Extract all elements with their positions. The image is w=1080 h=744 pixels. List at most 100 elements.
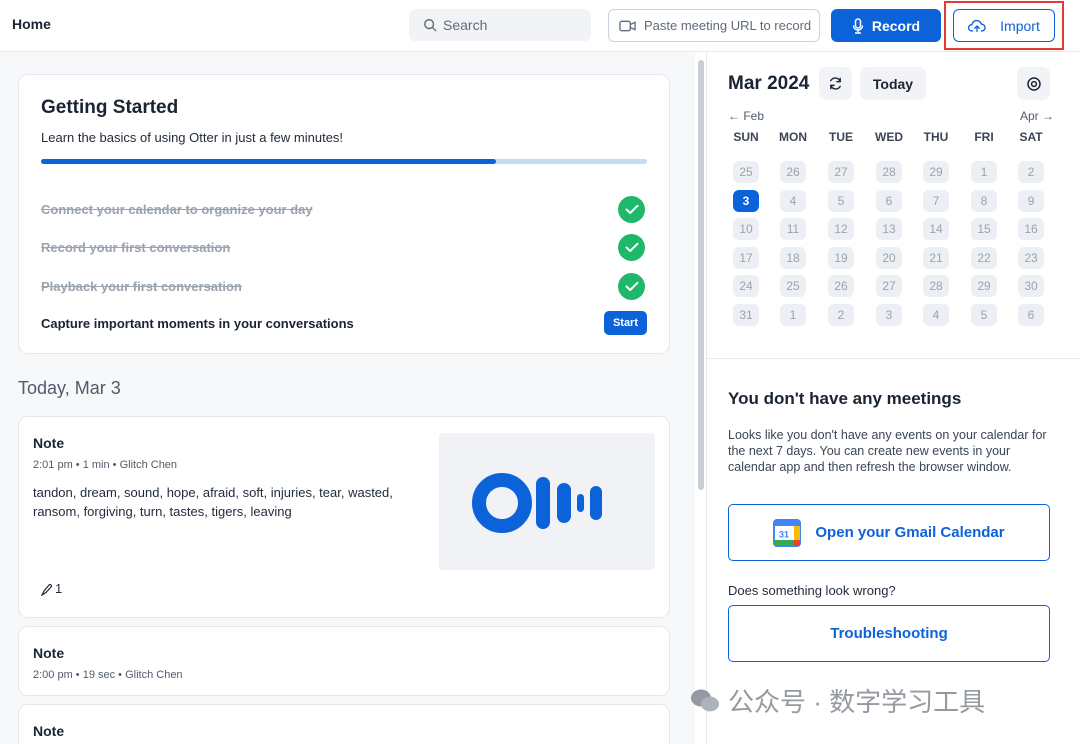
calendar-day[interactable]: 17 <box>733 246 759 269</box>
prev-month-link[interactable]: ← Feb <box>728 109 764 123</box>
calendar-day[interactable]: 19 <box>828 246 854 269</box>
feed-scrollbar[interactable] <box>698 60 704 490</box>
no-meetings-description: Looks like you don't have any events on … <box>728 428 1047 474</box>
open-gmail-calendar-button[interactable]: 31 Open your Gmail Calendar <box>728 504 1050 561</box>
import-highlight-box <box>944 1 1064 50</box>
getting-started-card: Getting Started Learn the basics of usin… <box>18 74 670 354</box>
something-wrong-label: Does something look wrong? <box>728 583 896 598</box>
note-title: Note <box>33 435 65 451</box>
note-comment-count: 1 <box>39 581 62 596</box>
task-item[interactable]: Connect your calendar to organize your d… <box>41 195 647 223</box>
calendar-day[interactable]: 2 <box>1018 161 1044 183</box>
calendar-day[interactable]: 30 <box>1018 275 1044 297</box>
calendar-day[interactable]: 29 <box>923 161 949 183</box>
troubleshooting-button[interactable]: Troubleshooting <box>728 605 1050 662</box>
google-calendar-icon: 31 <box>773 518 802 547</box>
progress-fill <box>41 159 496 164</box>
calendar-day[interactable]: 7 <box>923 189 949 212</box>
calendar-day[interactable]: 1 <box>971 161 997 183</box>
task-item[interactable]: Record your first conversation <box>41 233 647 261</box>
calendar-day[interactable]: 26 <box>780 161 806 183</box>
record-button[interactable]: Record <box>831 9 941 42</box>
divider <box>707 358 1080 359</box>
main-feed: Getting Started Learn the basics of usin… <box>0 52 695 744</box>
task-label: Playback your first conversation <box>41 278 242 294</box>
search-placeholder: Search <box>443 17 488 33</box>
refresh-button[interactable] <box>819 67 852 100</box>
search-input[interactable]: Search <box>409 9 591 41</box>
calendar-day[interactable]: 28 <box>876 161 902 183</box>
search-icon <box>424 19 437 32</box>
record-label: Record <box>871 17 921 34</box>
note-thumbnail <box>439 433 655 570</box>
calendar-day[interactable]: 18 <box>780 246 806 269</box>
calendar-day[interactable]: 25 <box>733 161 759 183</box>
note-title: Note <box>33 723 65 739</box>
calendar-day[interactable]: 27 <box>876 275 902 297</box>
note-title: Note <box>33 645 65 661</box>
calendar-day[interactable]: 8 <box>971 189 997 212</box>
getting-started-subtitle: Learn the basics of using Otter in just … <box>41 130 344 145</box>
calendar-day[interactable]: 1 <box>780 303 806 326</box>
calendar-day[interactable]: 10 <box>733 218 759 240</box>
task-label: Record your first conversation <box>41 239 231 255</box>
calendar-day[interactable]: 21 <box>923 246 949 269</box>
microphone-icon <box>852 17 864 34</box>
refresh-icon <box>830 77 841 90</box>
getting-started-title: Getting Started <box>41 97 179 118</box>
calendar-day[interactable]: 2 <box>828 303 854 326</box>
start-button[interactable]: Start <box>603 311 647 335</box>
calendar-day[interactable]: 3 <box>876 303 902 326</box>
note-card[interactable]: Note 2:01 pm • 1 min • Glitch Chen tando… <box>18 416 670 618</box>
wechat-icon <box>691 689 719 711</box>
calendar-settings-button[interactable] <box>1017 67 1050 100</box>
calendar-day[interactable]: 13 <box>876 218 902 240</box>
calendar-day[interactable]: 20 <box>876 246 902 269</box>
calendar-day[interactable]: 29 <box>971 275 997 297</box>
google-calendar-day-text: 31 <box>779 529 789 539</box>
calendar-day[interactable]: 11 <box>780 218 806 240</box>
checkmark-icon <box>618 272 645 300</box>
paste-meeting-url-input[interactable]: Paste meeting URL to record <box>608 9 820 42</box>
calendar-day[interactable]: 6 <box>876 189 902 212</box>
calendar-day[interactable]: 24 <box>733 275 759 297</box>
note-meta: 2:00 pm • 19 sec • Glitch Chen <box>33 669 183 681</box>
calendar-day[interactable]: 6 <box>1018 303 1044 326</box>
task-item[interactable]: Playback your first conversation <box>41 272 647 300</box>
calendar-day[interactable]: 22 <box>971 246 997 269</box>
calendar-day[interactable]: 15 <box>971 218 997 240</box>
page-title: Home <box>12 16 51 32</box>
watermark: 公众号 · 数字学习工具 <box>690 682 985 719</box>
calendar-day[interactable]: 16 <box>1018 218 1044 240</box>
note-card[interactable]: Note 2:00 pm • 19 sec • Glitch Chen <box>18 626 670 696</box>
calendar-day[interactable]: 14 <box>923 218 949 240</box>
calendar-day[interactable]: 4 <box>923 303 949 326</box>
otter-logo <box>472 473 602 533</box>
calendar-day[interactable]: 5 <box>971 303 997 326</box>
no-meetings-heading: You don't have any meetings <box>728 389 962 408</box>
next-month-label: Apr <box>1019 109 1039 123</box>
calendar-day[interactable]: 5 <box>828 189 854 212</box>
calendar-day[interactable]: 26 <box>828 275 854 297</box>
gear-icon <box>1026 76 1041 91</box>
calendar-day[interactable]: 28 <box>923 275 949 297</box>
calendar-day[interactable]: 27 <box>828 161 854 183</box>
calendar-day[interactable]: 3 <box>733 189 759 212</box>
calendar-day[interactable]: 12 <box>828 218 854 240</box>
note-card[interactable]: Note <box>18 704 670 744</box>
weekday-label: SAT <box>1019 130 1043 144</box>
calendar-day[interactable]: 25 <box>780 275 806 297</box>
calendar-day[interactable]: 4 <box>780 189 806 212</box>
checkmark-icon <box>618 233 645 261</box>
calendar-panel: Mar 2024 Today ← Feb Apr → SUN MON TUE WED T… <box>706 52 1080 744</box>
calendar-day[interactable]: 9 <box>1018 189 1044 212</box>
calendar-day[interactable]: 23 <box>1018 246 1044 269</box>
today-button[interactable]: Today <box>860 67 926 100</box>
next-month-link[interactable]: Apr → <box>1020 109 1054 123</box>
calendar-day[interactable]: 31 <box>733 303 759 326</box>
weekday-label: MON <box>779 130 807 144</box>
task-label: Connect your calendar to organize your d… <box>41 201 313 217</box>
weekday-label: SUN <box>733 130 759 144</box>
note-keywords: tandon, dream, sound, hope, afraid, soft… <box>33 485 393 519</box>
highlight-marker-icon <box>40 583 52 596</box>
